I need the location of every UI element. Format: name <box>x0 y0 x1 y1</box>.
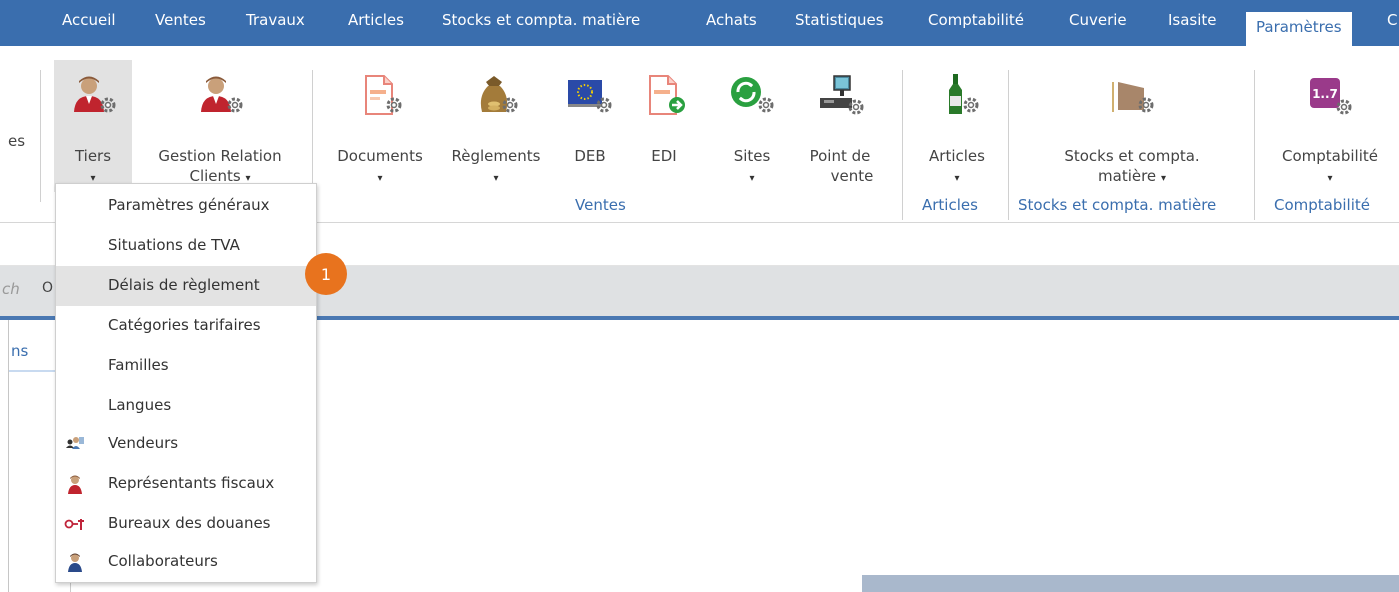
menu-item-situations-tva[interactable]: Situations de TVA <box>56 226 316 266</box>
money-bag-gear-icon <box>480 76 518 113</box>
menu-cuverie[interactable]: Cuverie <box>1069 0 1127 46</box>
ribbon-partial-label[interactable]: es <box>8 132 25 150</box>
documents-button[interactable]: Documents ▾ <box>330 60 430 192</box>
user-icon <box>68 553 82 572</box>
step-badge-number: 1 <box>321 265 331 284</box>
articles-label: Articles ▾ <box>929 147 985 184</box>
search-input-partial[interactable]: ch <box>2 280 20 298</box>
dropdown-arrow-icon: ▾ <box>1327 173 1333 184</box>
comptabilite-label: Comptabilité ▾ <box>1282 147 1378 184</box>
separator <box>40 70 41 202</box>
menu-item-collaborateurs[interactable]: Collaborateurs <box>56 542 316 582</box>
stocks-compta-matiere-button[interactable]: Stocks et compta. matière ▾ <box>1030 60 1234 192</box>
grc-person-gear-icon <box>201 76 243 113</box>
menu-isasite[interactable]: Isasite <box>1168 0 1217 46</box>
menu-item-parametres-generaux[interactable]: Paramètres généraux <box>56 186 316 226</box>
key-icon <box>64 519 84 530</box>
reglements-button[interactable]: Règlements ▾ <box>436 60 556 192</box>
stocks-label: Stocks et compta. matière ▾ <box>1064 147 1200 185</box>
menu-item-representants-fiscaux[interactable]: Représentants fiscaux <box>56 464 316 504</box>
separator <box>1254 70 1255 220</box>
menu-item-delais-reglement[interactable]: Délais de règlement <box>56 266 316 306</box>
group-label-stocks: Stocks et compta. matière <box>1018 196 1217 214</box>
menu-item-langues[interactable]: Langues <box>56 386 316 426</box>
dropdown-arrow-icon: ▾ <box>377 173 383 184</box>
top-menu-bar: Accueil Ventes Travaux Articles Stocks e… <box>0 0 1399 46</box>
cash-register-gear-icon <box>820 75 864 115</box>
eu-flag-gear-icon <box>568 80 612 113</box>
tiers-button[interactable]: Tiers ▾ <box>54 60 132 192</box>
menu-item-bureaux-douanes[interactable]: Bureaux des douanes <box>56 504 316 544</box>
point-de-vente-label: Point de vente <box>809 147 874 185</box>
search-icon[interactable]: O <box>42 280 53 296</box>
menu-partial-c[interactable]: C <box>1387 0 1397 46</box>
person-icon <box>68 475 82 494</box>
menu-item-categories-tarifaires[interactable]: Catégories tarifaires <box>56 306 316 346</box>
accounting-gear-icon: 1..7 <box>1310 78 1352 115</box>
menu-parametres[interactable]: Paramètres <box>1246 12 1352 46</box>
menu-articles[interactable]: Articles <box>348 0 404 46</box>
menu-accueil[interactable]: Accueil <box>62 0 116 46</box>
left-panel-tab-label: ns <box>11 342 29 360</box>
gestion-relation-clients-button[interactable]: Gestion Relation Clients ▾ <box>140 60 300 192</box>
tiers-dropdown-menu: Paramètres généraux Situations de TVA Dé… <box>55 183 317 583</box>
document-gear-icon <box>365 75 402 115</box>
compta-icon-text: 1..7 <box>1312 87 1338 101</box>
reglements-label: Règlements ▾ <box>451 147 541 184</box>
tiers-person-gear-icon <box>74 76 116 113</box>
group-label-comptabilite: Comptabilité <box>1274 196 1370 214</box>
sync-globe-gear-icon <box>731 77 774 113</box>
dropdown-arrow-icon: ▾ <box>1160 173 1166 184</box>
documents-label: Documents ▾ <box>337 147 423 184</box>
dropdown-arrow-icon: ▾ <box>954 173 960 184</box>
content-panel <box>862 575 1399 592</box>
menu-travaux[interactable]: Travaux <box>246 0 305 46</box>
sites-button[interactable]: Sites ▾ <box>720 60 784 192</box>
deb-label: DEB <box>574 147 606 165</box>
group-label-ventes: Ventes <box>575 196 626 214</box>
menu-achats[interactable]: Achats <box>706 0 757 46</box>
articles-button[interactable]: Articles ▾ <box>914 60 1000 192</box>
separator <box>902 70 903 220</box>
deb-button[interactable]: DEB <box>560 60 620 192</box>
menu-item-vendeurs[interactable]: Vendeurs <box>56 424 316 464</box>
vendeurs-icon <box>66 437 84 449</box>
group-label-articles: Articles <box>922 196 978 214</box>
menu-ventes[interactable]: Ventes <box>155 0 206 46</box>
document-arrow-icon <box>649 75 685 115</box>
menu-comptabilite[interactable]: Comptabilité <box>928 0 1024 46</box>
edi-button[interactable]: EDI <box>634 60 694 192</box>
edi-label: EDI <box>651 147 677 165</box>
point-de-vente-button[interactable]: Point de vente <box>792 60 888 192</box>
dropdown-arrow-icon: ▾ <box>749 173 755 184</box>
comptabilite-button[interactable]: 1..7 Comptabilité ▾ <box>1266 60 1394 192</box>
dropdown-arrow-icon: ▾ <box>493 173 499 184</box>
step-badge: 1 <box>305 253 347 295</box>
stock-gear-icon <box>1112 82 1154 113</box>
menu-item-familles[interactable]: Familles <box>56 346 316 386</box>
separator <box>1008 70 1009 220</box>
menu-stocks[interactable]: Stocks et compta. matière <box>442 0 640 46</box>
wine-bottle-gear-icon <box>949 74 979 114</box>
sites-label: Sites ▾ <box>733 147 771 184</box>
menu-statistiques[interactable]: Statistiques <box>795 0 884 46</box>
